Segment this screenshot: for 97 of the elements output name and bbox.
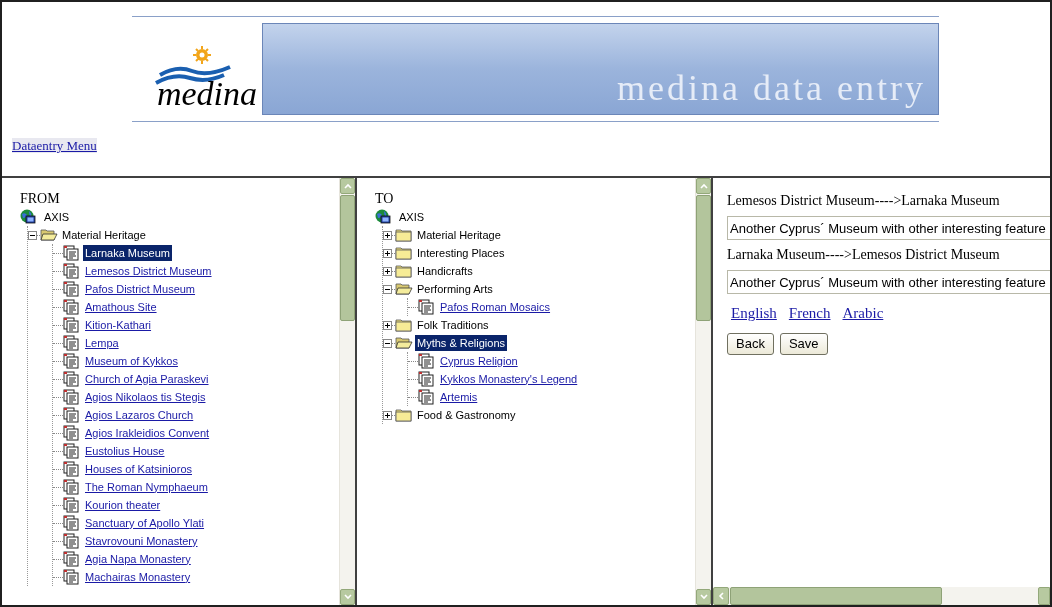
document-stack-icon (63, 389, 79, 405)
expand-icon[interactable] (383, 266, 392, 276)
folder-label[interactable]: Material Heritage (60, 226, 148, 244)
folder-label[interactable]: Interesting Places (415, 244, 507, 262)
scroll-left-button[interactable] (713, 587, 729, 605)
tree-root-label[interactable]: AXIS (399, 208, 425, 226)
document-stack-icon (63, 497, 79, 513)
form-button[interactable]: Back (727, 332, 774, 355)
tree-item-link[interactable]: Amathous Site (83, 298, 159, 316)
document-stack-icon (418, 371, 434, 387)
folder-label[interactable]: Handicrafts (415, 262, 475, 280)
folder-label[interactable]: Material Heritage (415, 226, 503, 244)
document-stack-icon (63, 461, 79, 477)
tree-item-link[interactable]: Cyprus Religion (438, 352, 520, 370)
panel-heading: TO (375, 190, 395, 208)
open-folder-icon (395, 336, 413, 350)
document-stack-icon (63, 281, 79, 297)
document-stack-icon (63, 515, 79, 531)
folder-icon (395, 318, 413, 332)
document-stack-icon (63, 371, 79, 387)
language-link[interactable]: Arabic (842, 302, 884, 325)
relation-title: Larnaka Museum---->Lemesos District Museum (727, 246, 1001, 264)
tree-item-link[interactable]: Eustolius House (83, 442, 167, 460)
document-stack-icon (63, 317, 79, 333)
scroll-up-button[interactable] (696, 178, 711, 194)
tree-item-link[interactable]: Lemesos District Museum (83, 262, 214, 280)
expand-icon[interactable] (383, 248, 392, 258)
collapse-icon[interactable] (383, 338, 392, 348)
document-stack-icon (418, 299, 434, 315)
document-stack-icon (63, 479, 79, 495)
tree-item-link[interactable]: Machairas Monastery (83, 568, 193, 586)
document-stack-icon (418, 389, 434, 405)
tree-item-link[interactable]: Agios Irakleidios Convent (83, 424, 212, 442)
document-stack-icon (63, 569, 79, 585)
open-folder-icon (40, 228, 58, 242)
scrollbar-thumb[interactable] (696, 195, 711, 321)
dataentry-menu-link[interactable]: Dataentry Menu (12, 138, 97, 153)
logo-text: medina (156, 77, 258, 111)
tree-item-link[interactable]: Kykkos Monastery's Legend (438, 370, 580, 388)
document-stack-icon (63, 533, 79, 549)
tree-item-link[interactable]: Church of Agia Paraskevi (83, 370, 211, 388)
tree-item-link[interactable]: Kourion theater (83, 496, 163, 514)
folder-icon (395, 228, 413, 242)
globe-computer-icon (20, 209, 36, 225)
open-folder-icon (395, 282, 413, 296)
tree-item-link[interactable]: Sanctuary of Apollo Ylati (83, 514, 207, 532)
scroll-up-button[interactable] (340, 178, 355, 194)
banner-title: medina data entry (617, 68, 926, 108)
document-stack-icon (63, 353, 79, 369)
horizontal-scrollbar-thumb[interactable] (730, 587, 942, 605)
folder-label[interactable]: Myths & Religions (415, 334, 508, 352)
folder-icon (395, 246, 413, 260)
folder-icon (395, 408, 413, 422)
tree-item-link[interactable]: Lempa (83, 334, 121, 352)
description-field[interactable]: Another Cyprus´ Museum with other interesting feature (727, 216, 1050, 240)
scroll-right-button[interactable] (1038, 587, 1050, 605)
document-stack-icon (63, 407, 79, 423)
collapse-icon[interactable] (383, 284, 392, 294)
tree-item-link[interactable]: Pafos District Museum (83, 280, 198, 298)
tree-item-link[interactable]: Agios Lazaros Church (83, 406, 196, 424)
description-field[interactable]: Another Cyprus´ Museum with other interesting feature (727, 270, 1050, 294)
language-link[interactable]: French (788, 302, 831, 325)
folder-label[interactable]: Food & Gastronomy (415, 406, 518, 424)
folder-label[interactable]: Performing Arts (415, 280, 495, 298)
collapse-icon[interactable] (28, 230, 37, 240)
language-link[interactable]: English (731, 302, 777, 325)
document-stack-icon (63, 245, 79, 261)
tree-item-link[interactable]: Agia Napa Monastery (83, 550, 193, 568)
scroll-down-button[interactable] (340, 589, 355, 605)
expand-icon[interactable] (383, 410, 392, 420)
panel-heading: FROM (20, 190, 61, 208)
document-stack-icon (418, 353, 434, 369)
document-stack-icon (63, 263, 79, 279)
folder-icon (395, 264, 413, 278)
form-button[interactable]: Save (779, 332, 828, 355)
tree-item-link[interactable]: Museum of Kykkos (83, 352, 180, 370)
tree-item-link[interactable]: The Roman Nymphaeum (83, 478, 210, 496)
tree-item-link[interactable]: Kition-Kathari (83, 316, 154, 334)
expand-icon[interactable] (383, 230, 392, 240)
scrollbar-thumb[interactable] (340, 195, 355, 321)
globe-computer-icon (375, 209, 391, 225)
tree-item-link[interactable]: Houses of Katsinioros (83, 460, 194, 478)
document-stack-icon (63, 443, 79, 459)
expand-icon[interactable] (383, 320, 392, 330)
relation-title: Lemesos District Museum---->Larnaka Museum (727, 192, 1001, 210)
tree-item-link[interactable]: Stavrovouni Monastery (83, 532, 200, 550)
document-stack-icon (63, 299, 79, 315)
scroll-down-button[interactable] (696, 589, 711, 605)
tree-item-link[interactable]: Larnaka Museum (83, 244, 172, 262)
document-stack-icon (63, 425, 79, 441)
tree-item-link[interactable]: Pafos Roman Mosaics (438, 298, 553, 316)
tree-root-label[interactable]: AXIS (44, 208, 70, 226)
tree-item-link[interactable]: Artemis (438, 388, 480, 406)
tree-item-link[interactable]: Agios Nikolaos tis Stegis (83, 388, 208, 406)
document-stack-icon (63, 335, 79, 351)
document-stack-icon (63, 551, 79, 567)
folder-label[interactable]: Folk Traditions (415, 316, 491, 334)
